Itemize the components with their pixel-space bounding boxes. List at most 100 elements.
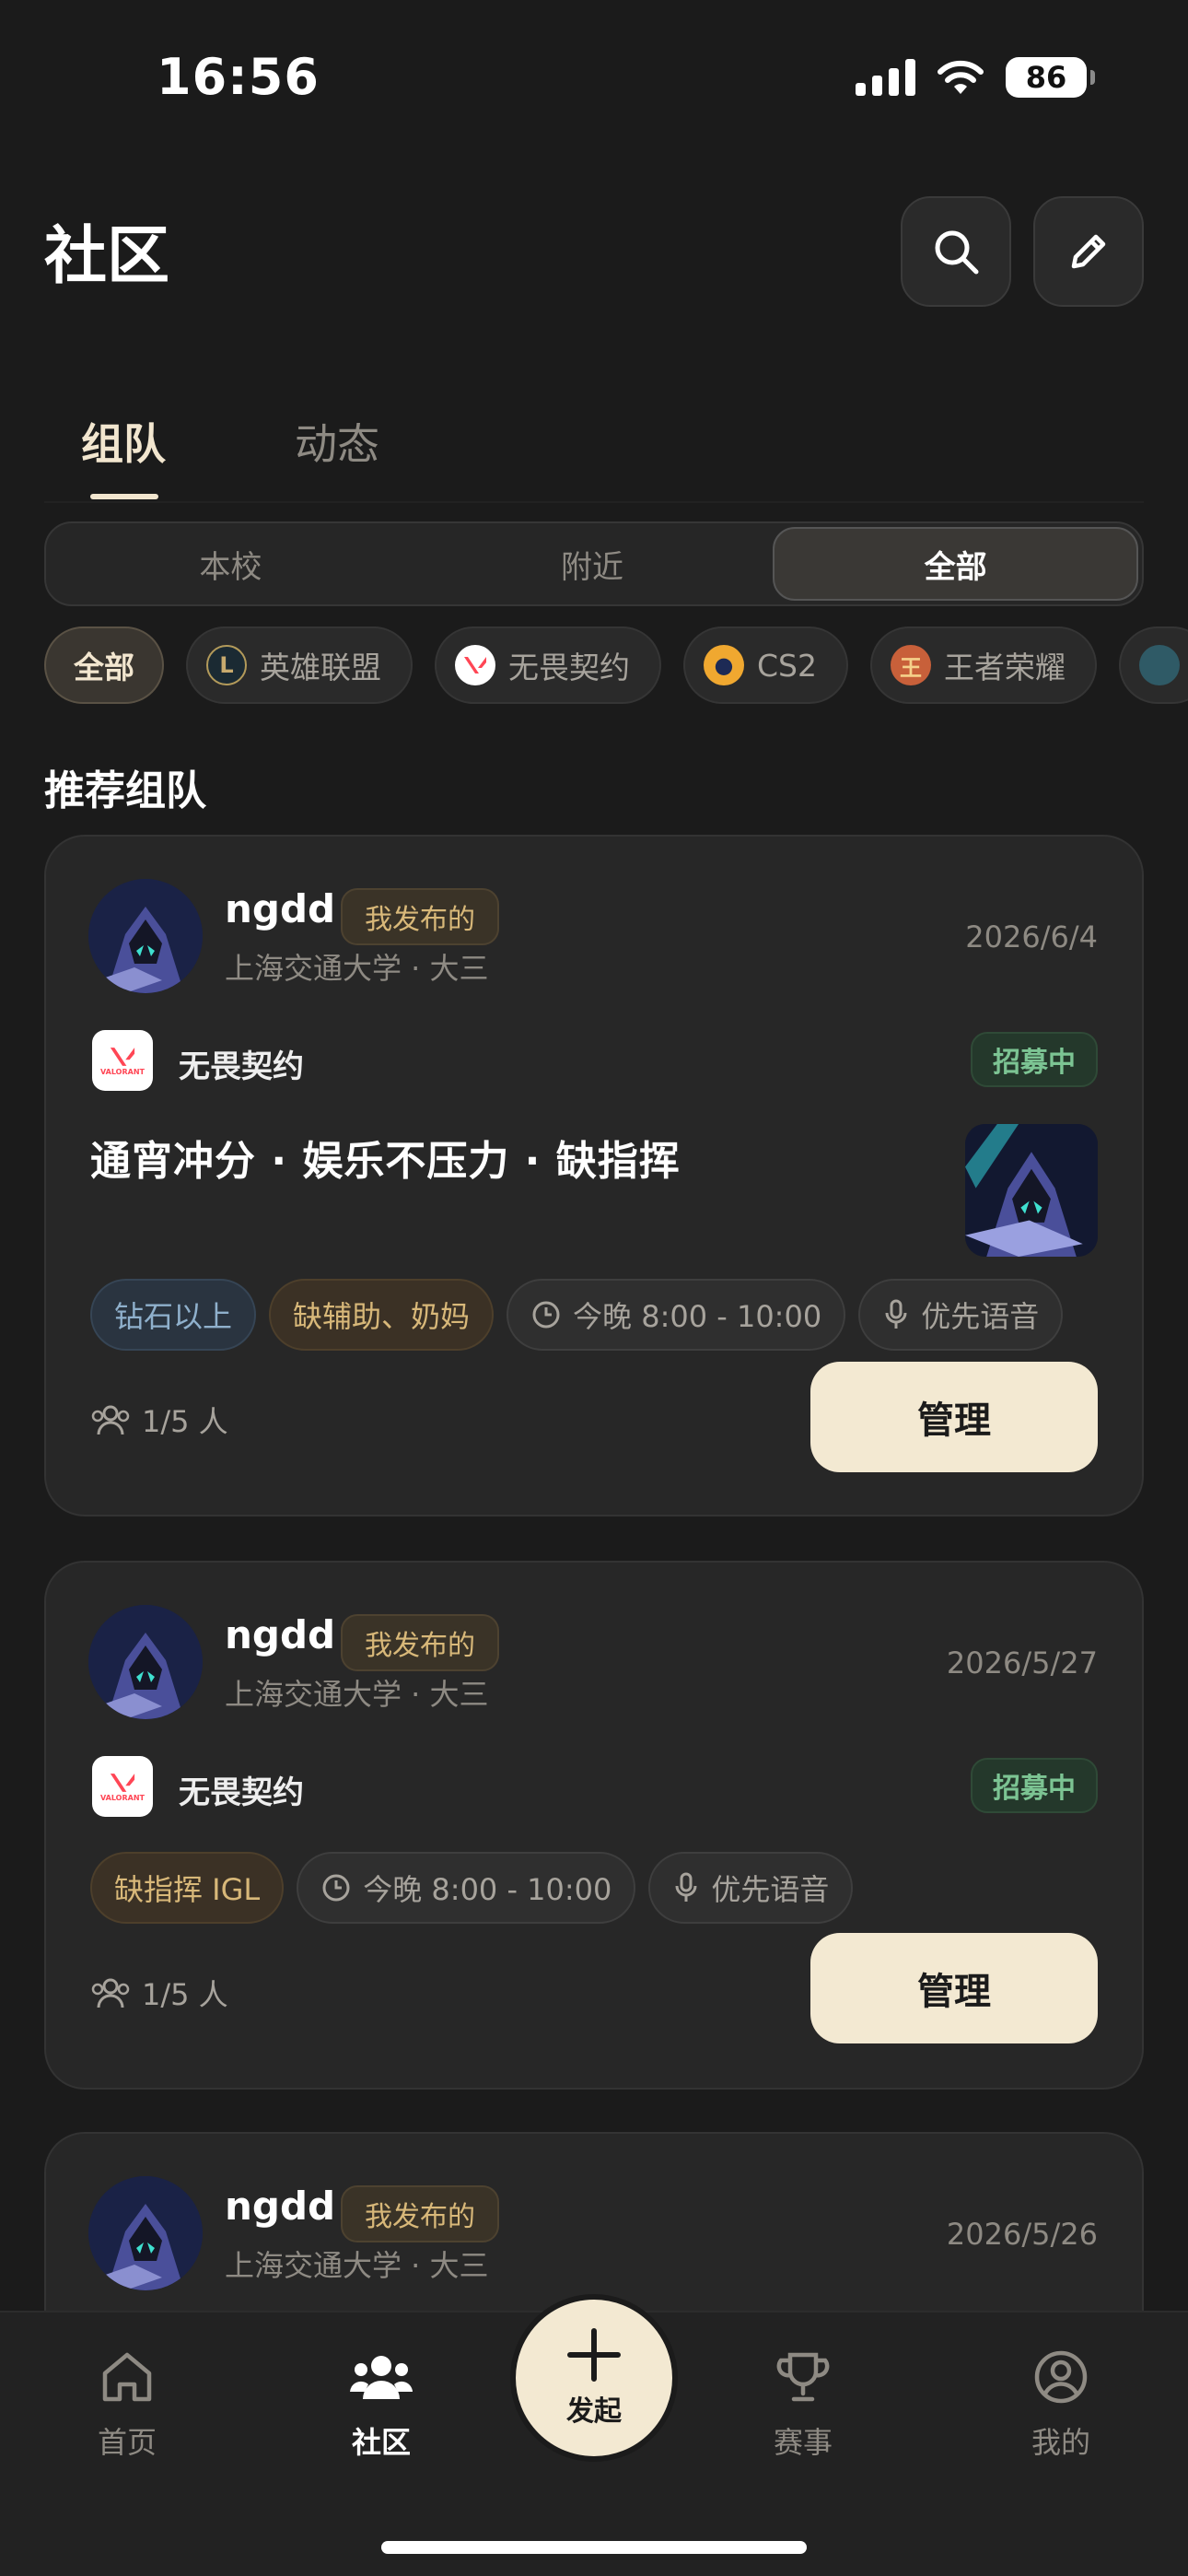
post-date: 2026/5/27 [946,1645,1098,1680]
game-name: 无畏契约 [179,1774,304,1811]
section-title: 推荐组队 [44,767,206,814]
username[interactable]: ngdd [225,886,335,931]
school-info: 上海交通大学 · 大三 [225,1677,489,1712]
tab-divider [44,501,1144,503]
username[interactable]: ngdd [225,2184,335,2229]
home-icon [102,2352,152,2402]
filter-lol[interactable]: L 英雄联盟 [186,626,413,704]
battery-icon: 86 [1006,57,1095,98]
avatar[interactable] [88,1605,203,1719]
nav-events[interactable]: 赛事 [729,2348,877,2462]
users-icon [91,1978,130,2008]
create-post-button[interactable]: 发起 [510,2294,678,2462]
scope-all[interactable]: 全部 [773,527,1139,601]
voice-label: 优先语音 [711,1872,830,1907]
home-indicator [381,2541,807,2554]
page-title: 社区 [44,220,170,293]
school-info: 上海交通大学 · 大三 [225,2248,489,2283]
users-icon [91,1405,130,1435]
filter-label: CS2 [757,647,817,684]
game-icon [1139,645,1180,685]
manage-button[interactable]: 管理 [810,1362,1098,1472]
post-date: 2026/5/26 [946,2217,1098,2252]
avatar[interactable] [88,2176,203,2290]
post-date: 2026/6/4 [965,919,1098,954]
team-post-card[interactable]: ngdd 我发布的 上海交通大学 · 大三 2026/6/4 VALORANT … [44,835,1144,1516]
username[interactable]: ngdd [225,1612,335,1657]
manage-button[interactable]: 管理 [810,1933,1098,2043]
scope-nearby[interactable]: 附近 [412,527,774,601]
scope-school[interactable]: 本校 [50,527,412,601]
member-count-label: 1/5 人 [142,1404,228,1439]
cs2-icon: ● [704,645,744,685]
tab-team[interactable]: 组队 [81,411,166,472]
tag-row: 钻石以上 缺辅助、奶妈 今晚 8:00 - 10:00 优先语音 [90,1279,1064,1351]
nav-community[interactable]: 社区 [308,2348,455,2462]
recruiting-status-badge: 招募中 [971,1758,1098,1813]
tab-indicator [90,494,158,499]
status-time: 16:56 [157,48,320,106]
member-count-label: 1/5 人 [142,1977,228,2012]
community-icon [350,2356,413,2399]
microphone-icon [885,1299,907,1329]
tab-feed[interactable]: 动态 [295,411,379,472]
wifi-icon [938,60,984,94]
time-tag: 今晚 8:00 - 10:00 [297,1852,636,1924]
time-label: 今晚 8:00 - 10:00 [573,1299,822,1334]
voice-label: 优先语音 [921,1299,1040,1334]
member-count: 1/5 人 [90,1399,228,1441]
my-post-badge: 我发布的 [341,1614,499,1671]
my-post-badge: 我发布的 [341,2185,499,2242]
microphone-icon [675,1872,697,1902]
my-post-badge: 我发布的 [341,888,499,945]
plus-icon [567,2328,621,2382]
clock-icon [532,1301,560,1329]
time-tag: 今晚 8:00 - 10:00 [507,1279,846,1351]
status-icons: 86 [856,57,1095,98]
filter-all[interactable]: 全部 [44,626,164,704]
filter-cs2[interactable]: ● CS2 [683,626,848,704]
team-post-card[interactable]: ngdd 我发布的 上海交通大学 · 大三 2026/5/27 VALORANT… [44,1561,1144,2090]
valorant-wordmark: VALORANT [100,1067,145,1076]
trophy-icon [776,2352,830,2402]
avatar[interactable] [88,879,203,993]
valorant-wordmark: VALORANT [100,1793,145,1802]
post-thumbnail[interactable] [965,1124,1098,1257]
search-icon [935,230,979,275]
scope-selector: 本校 附近 全部 [44,521,1144,606]
voice-tag: 优先语音 [858,1279,1064,1351]
time-label: 今晚 8:00 - 10:00 [363,1872,612,1907]
filter-label: 全部 [74,650,134,685]
filter-more[interactable] [1119,626,1188,704]
member-count: 1/5 人 [90,1972,228,2014]
nav-profile[interactable]: 我的 [987,2348,1135,2462]
search-button[interactable] [901,196,1011,307]
game-filter-bar: 全部 L 英雄联盟 无畏契约 ● CS2 王 王者荣耀 [44,626,1188,706]
signal-icon [856,59,915,96]
filter-label: 无畏契约 [508,650,630,685]
nav-label: 赛事 [773,2425,833,2460]
nav-home[interactable]: 首页 [53,2348,201,2462]
post-title: 通宵冲分 · 娱乐不压力 · 缺指挥 [90,1138,681,1185]
profile-icon [1034,2350,1088,2404]
filter-valorant[interactable]: 无畏契约 [435,626,661,704]
rank-tag: 钻石以上 [90,1279,257,1351]
role-tag: 缺指挥 IGL [90,1852,285,1924]
honor-of-kings-icon: 王 [891,645,931,685]
voice-tag: 优先语音 [648,1852,854,1924]
clock-icon [322,1874,350,1902]
nav-label: 我的 [1031,2425,1090,2460]
valorant-logo-icon: VALORANT [92,1030,153,1091]
filter-label: 王者荣耀 [944,650,1066,685]
compose-button[interactable] [1033,196,1144,307]
lol-icon: L [206,645,247,685]
nav-label: 社区 [351,2425,411,2460]
nav-label: 首页 [97,2425,157,2460]
fab-label: 发起 [566,2395,622,2428]
role-tag: 缺辅助、奶妈 [269,1279,495,1351]
filter-label: 英雄联盟 [260,650,381,685]
filter-honor-of-kings[interactable]: 王 王者荣耀 [870,626,1097,704]
game-name: 无畏契约 [179,1048,304,1085]
school-info: 上海交通大学 · 大三 [225,951,489,986]
tag-row: 缺指挥 IGL 今晚 8:00 - 10:00 优先语音 [90,1852,854,1924]
